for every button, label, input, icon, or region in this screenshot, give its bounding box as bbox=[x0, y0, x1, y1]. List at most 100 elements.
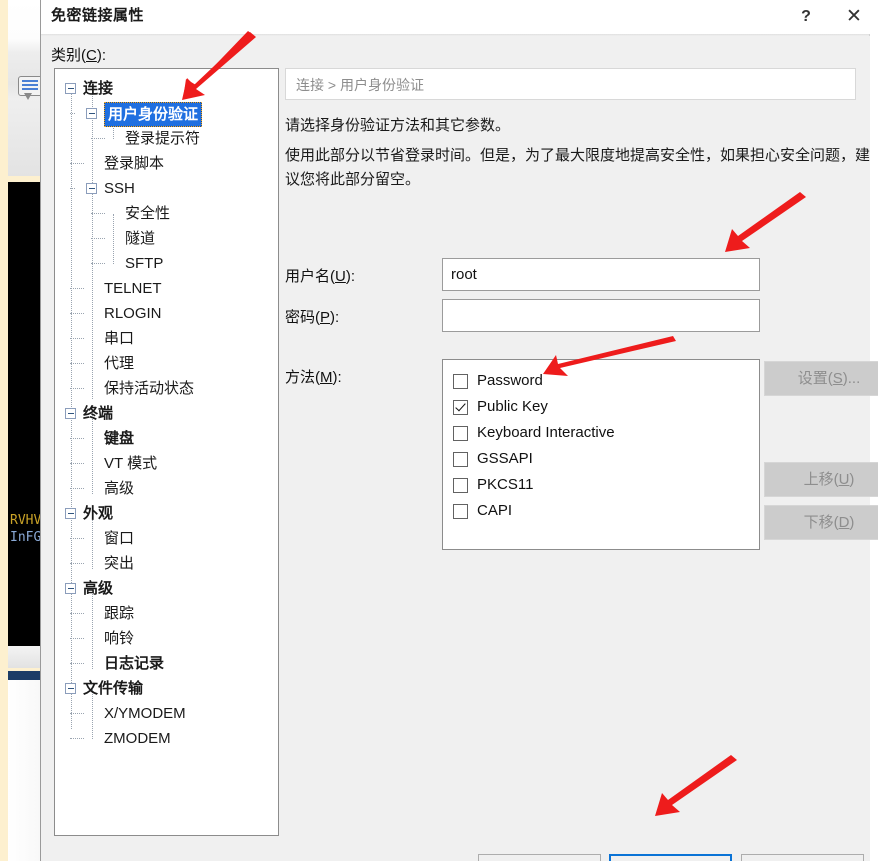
tree-item[interactable]: ZMODEM bbox=[104, 726, 171, 751]
settings-button-label: 设置(S)... bbox=[797, 370, 861, 387]
tree-item[interactable]: 登录提示符 bbox=[125, 126, 200, 151]
tree-item[interactable]: 跟踪 bbox=[104, 601, 134, 626]
method-row[interactable]: Password bbox=[453, 368, 759, 394]
tree-item[interactable]: 代理 bbox=[104, 351, 134, 376]
tree-item[interactable]: VT 模式 bbox=[104, 451, 157, 476]
dialog-titlebar: 免密链接属性 ? ✕ bbox=[41, 0, 878, 34]
category-label: 类别(C): bbox=[51, 47, 107, 64]
tree-item[interactable]: X/YMODEM bbox=[104, 701, 186, 726]
tree-expander-icon[interactable] bbox=[65, 83, 76, 94]
method-row[interactable]: CAPI bbox=[453, 498, 759, 524]
tree-connector bbox=[70, 113, 75, 115]
category-tree[interactable]: 连接 用户身份验证 登录提示符 登录脚本 SSH 安全性 隧道 SFTP TELNET RLOGI… bbox=[54, 68, 279, 836]
tree-item[interactable]: 保持活动状态 bbox=[104, 376, 194, 401]
tree-item[interactable]: 高级 bbox=[83, 576, 113, 601]
move-down-button[interactable]: 下移(D) bbox=[764, 505, 878, 540]
username-label: 用户名(U): bbox=[285, 268, 356, 285]
breadcrumb: 连接 > 用户身份验证 bbox=[285, 68, 856, 100]
checkbox-checked-icon[interactable] bbox=[453, 399, 468, 415]
tree-connector bbox=[70, 338, 84, 340]
dialog-title: 免密链接属性 bbox=[51, 7, 145, 24]
checkbox-unchecked-icon[interactable] bbox=[453, 425, 468, 441]
method-label: Password bbox=[477, 372, 543, 389]
screenshot-root: RVHV InFG 免密链接属性 ? ✕ 类别(C): 连接 用户身份验证 登录提示… bbox=[0, 0, 878, 861]
move-up-button-label: 上移(U) bbox=[803, 471, 855, 488]
tree-expander-icon[interactable] bbox=[65, 683, 76, 694]
method-label: GSSAPI bbox=[477, 450, 533, 467]
tree-connector bbox=[70, 713, 84, 715]
method-row[interactable]: GSSAPI bbox=[453, 446, 759, 472]
tree-expander-icon[interactable] bbox=[65, 583, 76, 594]
tree-guide-line bbox=[92, 589, 94, 669]
tree-item[interactable]: 窗口 bbox=[104, 526, 134, 551]
tree-connector bbox=[91, 213, 105, 215]
password-input[interactable] bbox=[442, 299, 760, 332]
tree-connector bbox=[70, 163, 84, 165]
tree-item[interactable]: 日志记录 bbox=[104, 651, 164, 676]
description-line-2: 使用此部分以节省登录时间。但是，为了最大限度地提高安全性，如果担心安全问题，建议… bbox=[285, 147, 871, 188]
help-icon[interactable]: ? bbox=[783, 0, 829, 34]
close-icon[interactable]: ✕ bbox=[831, 0, 877, 34]
tree-item[interactable]: 登录脚本 bbox=[104, 151, 164, 176]
tree-item[interactable]: SFTP bbox=[125, 251, 163, 276]
checkbox-unchecked-icon[interactable] bbox=[453, 451, 468, 467]
tree-item[interactable]: 突出 bbox=[104, 551, 134, 576]
tree-item[interactable]: 串口 bbox=[104, 326, 134, 351]
method-label: PKCS11 bbox=[477, 476, 534, 493]
method-row[interactable]: Keyboard Interactive bbox=[453, 420, 759, 446]
tree-guide-line bbox=[92, 89, 94, 399]
tree-expander-icon[interactable] bbox=[86, 108, 97, 119]
method-label: CAPI bbox=[477, 502, 513, 519]
checkbox-unchecked-icon[interactable] bbox=[453, 503, 468, 519]
tree-connector bbox=[70, 438, 84, 440]
move-up-button[interactable]: 上移(U) bbox=[764, 462, 878, 497]
cancel-button[interactable]: 取消 bbox=[741, 854, 864, 861]
method-row[interactable]: Public Key bbox=[453, 394, 759, 420]
connect-button[interactable]: 连接 bbox=[478, 854, 601, 861]
password-label: 密码(P): bbox=[285, 309, 340, 326]
settings-button[interactable]: 设置(S)... bbox=[764, 361, 878, 396]
checkbox-unchecked-icon[interactable] bbox=[453, 477, 468, 493]
tree-connector bbox=[70, 563, 84, 565]
checkbox-unchecked-icon[interactable] bbox=[453, 373, 468, 389]
tree-item[interactable]: RLOGIN bbox=[104, 301, 162, 326]
breadcrumb-text: 连接 > 用户身份验证 bbox=[296, 77, 424, 93]
ok-button[interactable]: 确定 bbox=[609, 854, 732, 861]
tree-item[interactable]: 终端 bbox=[83, 401, 113, 426]
dialog-body: 类别(C): 连接 用户身份验证 登录提示符 登录脚本 SSH 安全性 隧道 SFTP TELN… bbox=[41, 36, 878, 861]
tree-guide-line bbox=[92, 414, 94, 494]
methods-label: 方法(M): bbox=[285, 369, 342, 386]
username-input[interactable] bbox=[442, 258, 760, 291]
tree-connector bbox=[70, 488, 84, 490]
methods-list[interactable]: Password Public Key Keyboard Interactive GS… bbox=[442, 359, 760, 550]
tree-expander-icon[interactable] bbox=[86, 183, 97, 194]
tree-expander-icon[interactable] bbox=[65, 508, 76, 519]
tree-item[interactable]: 响铃 bbox=[104, 626, 134, 651]
tree-connector bbox=[91, 138, 105, 140]
method-row[interactable]: PKCS11 bbox=[453, 472, 759, 498]
tree-item[interactable]: 键盘 bbox=[104, 426, 134, 451]
tree-connector bbox=[70, 313, 84, 315]
tree-connector bbox=[70, 738, 84, 740]
tree-item[interactable]: 连接 bbox=[83, 76, 113, 101]
tree-item[interactable]: 隧道 bbox=[125, 226, 155, 251]
tree-connector bbox=[70, 363, 84, 365]
tree-guide-line bbox=[113, 214, 115, 264]
description-line-1: 请选择身份验证方法和其它参数。 bbox=[285, 117, 511, 134]
tree-expander-icon[interactable] bbox=[65, 408, 76, 419]
tree-item[interactable]: 安全性 bbox=[125, 201, 170, 226]
tree-item[interactable]: 文件传输 bbox=[83, 676, 143, 701]
tree-connector bbox=[70, 188, 75, 190]
tree-connector bbox=[70, 463, 84, 465]
tree-connector bbox=[91, 238, 105, 240]
tree-item[interactable]: SSH bbox=[104, 176, 135, 201]
tree-connector bbox=[70, 538, 84, 540]
method-label: Keyboard Interactive bbox=[477, 424, 615, 441]
tree-item-selected[interactable]: 用户身份验证 bbox=[104, 102, 203, 127]
tree-connector bbox=[91, 263, 105, 265]
tree-connector bbox=[70, 638, 84, 640]
tree-item[interactable]: TELNET bbox=[104, 276, 162, 301]
tree-connector bbox=[70, 663, 84, 665]
tree-item[interactable]: 高级 bbox=[104, 476, 134, 501]
tree-item[interactable]: 外观 bbox=[83, 501, 113, 526]
